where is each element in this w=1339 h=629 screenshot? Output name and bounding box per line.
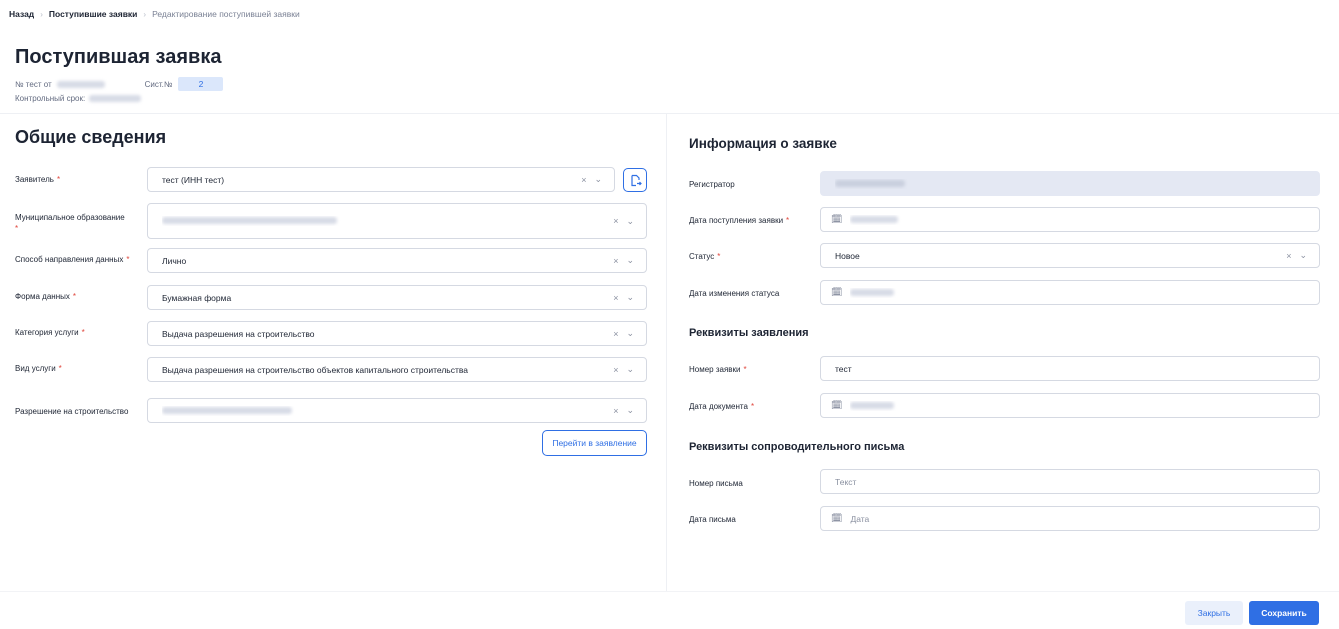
clear-icon[interactable]: × xyxy=(1286,251,1291,261)
applicant-select[interactable]: тест (ИНН тест) × ⌄ xyxy=(147,167,615,192)
service-type-value: Выдача разрешения на строительство объек… xyxy=(162,364,469,375)
page-title: Поступившая заявка xyxy=(15,46,222,68)
municipality-value xyxy=(162,216,613,226)
status-changed-value xyxy=(850,288,1319,298)
request-number-value: тест xyxy=(835,363,852,374)
letter-section-title: Реквизиты сопроводительного письма xyxy=(689,441,905,453)
footer-bar xyxy=(0,591,1339,629)
letter-number-label: Номер письма xyxy=(689,479,743,488)
applicant-value: тест (ИНН тест) xyxy=(162,174,225,185)
registrar-value xyxy=(835,179,1319,189)
sys-number-label: Сист.№ xyxy=(144,79,173,89)
received-date-picker[interactable]: 🗓 xyxy=(820,207,1320,232)
letter-number-input[interactable]: Текст xyxy=(820,469,1320,494)
save-button[interactable]: Сохранить xyxy=(1249,601,1319,625)
applicant-label: Заявитель * xyxy=(15,175,61,184)
request-number-label: № тест от xyxy=(15,79,52,89)
delivery-method-label: Способ направления данных * xyxy=(15,255,130,264)
municipality-select[interactable]: × ⌄ xyxy=(147,203,647,239)
chevron-down-icon[interactable]: ⌄ xyxy=(1299,250,1307,261)
header-divider xyxy=(0,113,1339,114)
document-date-label: Дата документа * xyxy=(689,402,755,411)
breadcrumb: Назад › Поступившие заявки › Редактирова… xyxy=(9,9,300,19)
info-section-title: Информация о заявке xyxy=(689,136,837,151)
construction-permit-value xyxy=(162,406,613,416)
column-divider xyxy=(666,114,667,592)
breadcrumb-current: Редактирование поступившей заявки xyxy=(152,9,300,19)
sys-number-value: 2 xyxy=(178,77,224,91)
clear-icon[interactable]: × xyxy=(613,329,618,339)
deadline-label: Контрольный срок: xyxy=(15,94,86,103)
status-label: Статус * xyxy=(689,252,721,261)
deadline-row: Контрольный срок: xyxy=(15,94,142,103)
close-button[interactable]: Закрыть xyxy=(1185,601,1243,625)
breadcrumb-parent-link[interactable]: Поступившие заявки xyxy=(49,9,138,19)
calendar-icon: 🗓 xyxy=(831,513,843,523)
document-date-picker[interactable]: 🗓 xyxy=(820,393,1320,418)
service-category-select[interactable]: Выдача разрешения на строительство × ⌄ xyxy=(147,321,647,346)
breadcrumb-back-link[interactable]: Назад xyxy=(9,9,34,19)
status-select[interactable]: Новое × ⌄ xyxy=(820,243,1320,268)
redacted-date xyxy=(56,80,105,88)
requisites-section-title: Реквизиты заявления xyxy=(689,327,809,339)
construction-permit-select[interactable]: × ⌄ xyxy=(147,398,647,423)
service-type-label: Вид услуги * xyxy=(15,364,62,373)
delivery-method-value: Лично xyxy=(162,255,187,266)
letter-date-placeholder: Дата xyxy=(850,513,870,524)
calendar-icon: 🗓 xyxy=(831,287,843,297)
status-value: Новое xyxy=(835,250,860,261)
chevron-down-icon[interactable]: ⌄ xyxy=(626,364,634,375)
construction-permit-label: Разрешение на строительство xyxy=(15,407,129,416)
chevron-down-icon[interactable]: ⌄ xyxy=(626,405,634,416)
service-category-label: Категория услуги * xyxy=(15,328,85,337)
open-applicant-button[interactable] xyxy=(623,168,647,192)
registrar-label: Регистратор xyxy=(689,180,735,189)
chevron-down-icon[interactable]: ⌄ xyxy=(626,216,634,227)
chevron-down-icon[interactable]: ⌄ xyxy=(626,255,634,266)
calendar-icon: 🗓 xyxy=(831,400,843,410)
request-number-input[interactable]: тест xyxy=(820,356,1320,381)
received-date-label: Дата поступления заявки * xyxy=(689,216,790,225)
chevron-down-icon[interactable]: ⌄ xyxy=(594,174,602,185)
service-type-select[interactable]: Выдача разрешения на строительство объек… xyxy=(147,357,647,382)
status-changed-label: Дата изменения статуса xyxy=(689,289,780,298)
delivery-method-select[interactable]: Лично × ⌄ xyxy=(147,248,647,273)
clear-icon[interactable]: × xyxy=(613,365,618,375)
data-form-label: Форма данных * xyxy=(15,292,76,301)
clear-icon[interactable]: × xyxy=(613,256,618,266)
request-meta: № тест от Сист.№ 2 xyxy=(15,77,224,91)
redacted-deadline xyxy=(89,95,142,102)
data-form-select[interactable]: Бумажная форма × ⌄ xyxy=(147,285,647,310)
request-number-field-label: Номер заявки * xyxy=(689,365,747,374)
letter-number-placeholder: Текст xyxy=(835,476,857,487)
clear-icon[interactable]: × xyxy=(613,406,618,416)
letter-date-picker[interactable]: 🗓 Дата xyxy=(820,506,1320,531)
status-changed-date-picker[interactable]: 🗓 xyxy=(820,280,1320,305)
letter-date-label: Дата письма xyxy=(689,515,736,524)
registrar-field xyxy=(820,171,1320,196)
chevron-down-icon[interactable]: ⌄ xyxy=(626,292,634,303)
service-category-value: Выдача разрешения на строительство xyxy=(162,328,315,339)
received-date-value xyxy=(850,215,1319,225)
chevron-down-icon[interactable]: ⌄ xyxy=(626,328,634,339)
chevron-right-icon: › xyxy=(40,9,43,19)
clear-icon[interactable]: × xyxy=(613,216,618,226)
clear-icon[interactable]: × xyxy=(581,175,586,185)
document-arrow-icon xyxy=(630,174,642,186)
municipality-label: Муниципальное образование * xyxy=(15,213,125,233)
chevron-right-icon: › xyxy=(143,9,147,19)
data-form-value: Бумажная форма xyxy=(162,292,232,303)
clear-icon[interactable]: × xyxy=(613,293,618,303)
document-date-value xyxy=(850,401,1319,411)
goto-application-button[interactable]: Перейти в заявление xyxy=(542,430,647,456)
calendar-icon: 🗓 xyxy=(831,214,843,224)
general-section-title: Общие сведения xyxy=(15,127,167,147)
